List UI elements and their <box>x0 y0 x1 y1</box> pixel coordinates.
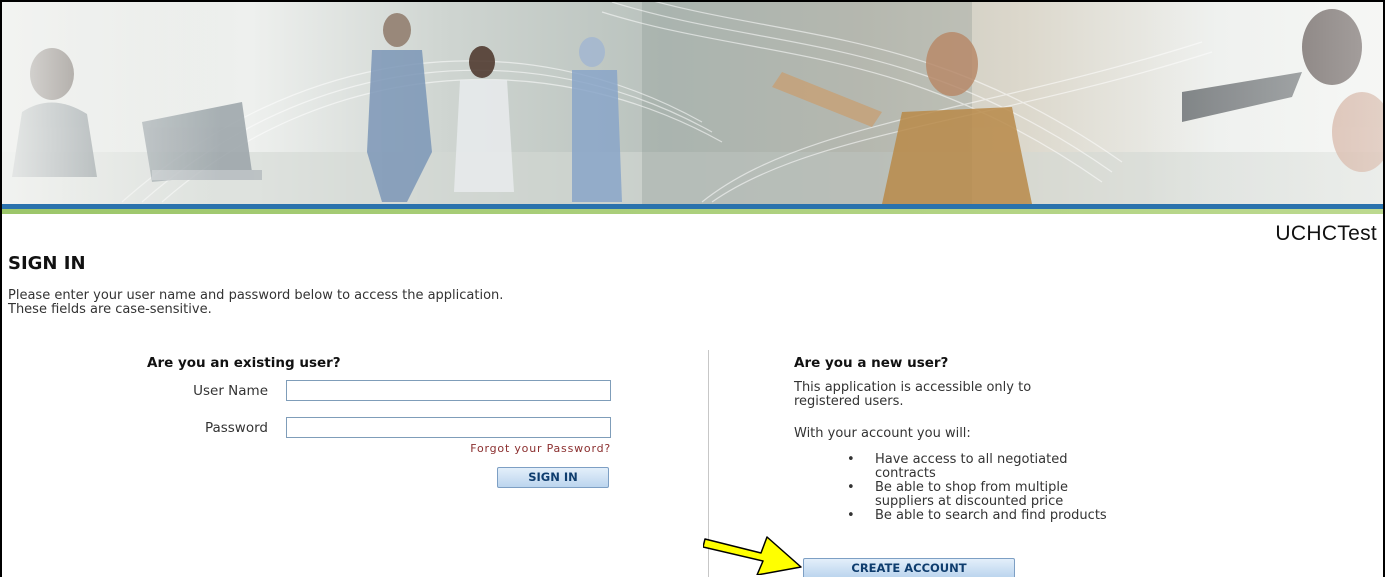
forgot-password-link[interactable]: Forgot your Password? <box>470 442 611 455</box>
password-input[interactable] <box>286 417 611 438</box>
page-title: SIGN IN <box>8 253 86 274</box>
benefit-item: Be able to search and find products <box>837 508 1107 524</box>
create-account-button[interactable]: CREATE ACCOUNT <box>803 558 1015 577</box>
new-user-heading: Are you a new user? <box>794 355 949 371</box>
benefit-line: Have access to all negotiated <box>875 452 1068 467</box>
benefit-line: Be able to search and find products <box>875 508 1107 523</box>
username-label: User Name <box>193 383 268 399</box>
benefit-item: Have access to all negotiated contracts <box>837 453 1107 481</box>
banner-stripe-green <box>2 209 1383 214</box>
new-user-description: This application is accessible only to r… <box>794 381 1031 409</box>
username-input[interactable] <box>286 380 611 401</box>
new-user-description-line-1: This application is accessible only to <box>794 380 1032 395</box>
intro-line-2: These fields are case-sensitive. <box>8 302 212 317</box>
brand-name: UCHCTest <box>1275 222 1377 245</box>
banner-photo <box>2 2 1383 204</box>
intro-line-1: Please enter your user name and password… <box>8 288 504 303</box>
benefits-intro: With your account you will: <box>794 426 971 441</box>
benefit-line: Be able to shop from multiple <box>875 480 1069 495</box>
benefit-line: contracts <box>875 466 936 481</box>
sign-in-button[interactable]: SIGN IN <box>497 467 609 488</box>
intro-text: Please enter your user name and password… <box>8 289 503 317</box>
benefit-item: Be able to shop from multiple suppliers … <box>837 481 1107 509</box>
benefit-line: suppliers at discounted price <box>875 494 1064 509</box>
banner-illustration <box>2 2 1383 204</box>
existing-user-heading: Are you an existing user? <box>147 355 341 371</box>
yellow-arrow-icon <box>703 536 802 575</box>
new-user-description-line-2: registered users. <box>794 394 904 409</box>
password-label: Password <box>204 420 268 436</box>
benefits-list: Have access to all negotiated contracts … <box>837 453 1107 524</box>
